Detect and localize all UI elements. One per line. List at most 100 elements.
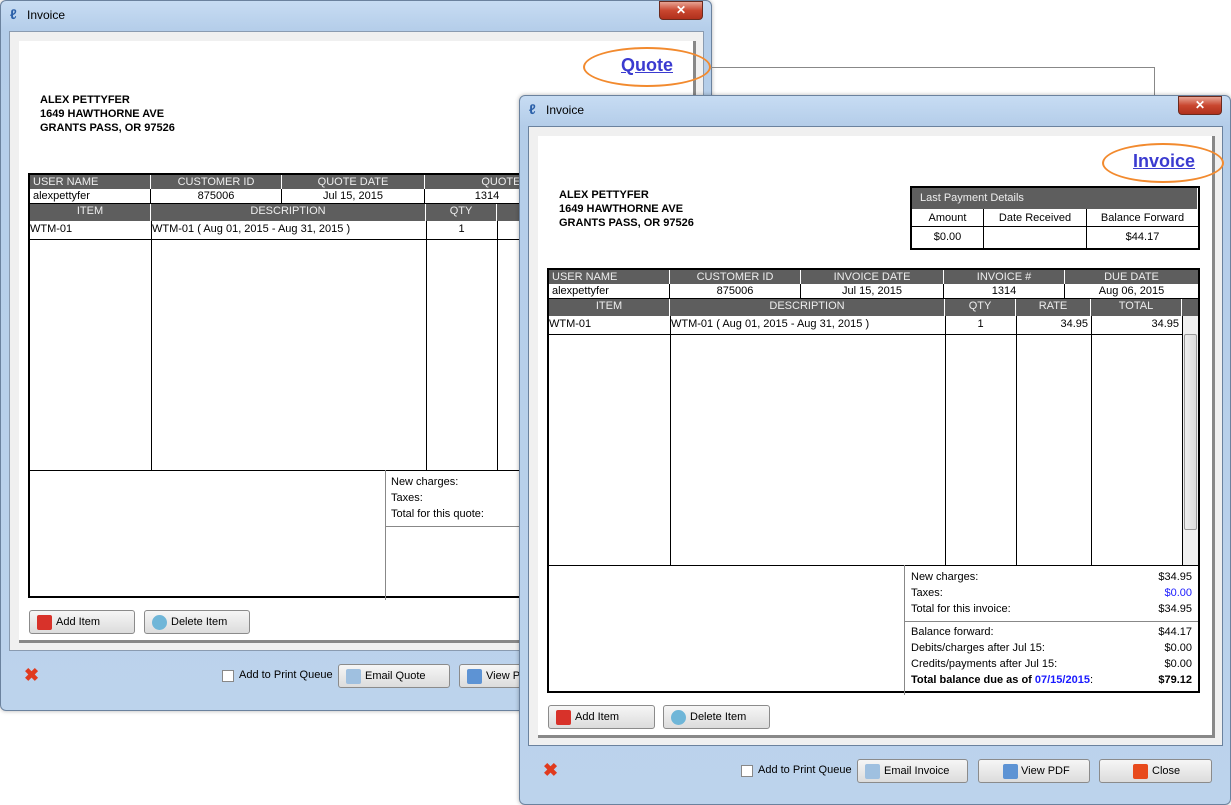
pdf-icon (1003, 764, 1018, 779)
header-item: ITEM (30, 204, 151, 221)
header-description: DESCRIPTION (151, 204, 426, 221)
delete-item-button[interactable]: Delete Item (144, 610, 250, 634)
qty-cell: 1 (458, 223, 465, 235)
totals-col-divider (904, 565, 905, 695)
header-qty: QTY (945, 299, 1016, 316)
print-queue-checkbox[interactable] (741, 765, 753, 777)
header-rate: RATE (1016, 299, 1091, 316)
new-charges-label: New charges: (391, 476, 459, 488)
taxes-value: $0.00 (1164, 587, 1192, 599)
total-label: Total for this quote: (391, 508, 484, 520)
due-date: Aug 06, 2015 (1065, 284, 1198, 299)
balance-forward-value: $44.17 (1125, 231, 1160, 243)
header-blank (1182, 299, 1198, 316)
view-pdf-button[interactable]: View PDF (978, 759, 1090, 783)
close-door-icon (1133, 764, 1148, 779)
add-item-button[interactable]: Add Item (548, 705, 655, 729)
date-received-header: Date Received (984, 209, 1087, 227)
totals-col-divider (385, 470, 386, 600)
header-quote-date: QUOTE DATE (282, 175, 425, 189)
col-divider (670, 316, 671, 565)
add-item-button[interactable]: Add Item (29, 610, 135, 634)
invoice-number: 1314 (944, 284, 1065, 299)
add-item-icon (556, 710, 571, 725)
email-quote-button[interactable]: Email Quote (338, 664, 450, 688)
quote-table: USER NAME CUSTOMER ID QUOTE DATE QUOTE #… (28, 173, 550, 600)
items-scrollbar[interactable] (1183, 316, 1198, 565)
description-cell: WTM-01 ( Aug 01, 2015 - Aug 31, 2015 ) (671, 318, 870, 330)
balance-forward-amount: $44.17 (1158, 626, 1192, 638)
balance-forward-label: Balance forward: (911, 626, 994, 638)
close-window-button[interactable]: ✕ (659, 1, 703, 20)
delete-icon[interactable]: ✖ (543, 760, 558, 781)
row-divider (30, 239, 550, 240)
col-divider (945, 316, 946, 565)
header-qty: QTY (426, 204, 497, 221)
delete-item-button[interactable]: Delete Item (663, 705, 770, 729)
totals-line (904, 621, 1198, 622)
print-queue-checkbox[interactable] (222, 670, 234, 682)
total-due-date: 07/15/2015 (1034, 674, 1090, 686)
user-name: alexpettyfer (30, 189, 151, 204)
quote-address: ALEX PETTYFER 1649 HAWTHORNE AVE GRANTS PA… (40, 94, 175, 134)
quote-date: Jul 15, 2015 (282, 189, 425, 204)
credits-label: Credits/payments after Jul 15: (911, 658, 1058, 670)
email-invoice-button[interactable]: Email Invoice (857, 759, 968, 783)
user-name: alexpettyfer (549, 284, 670, 299)
new-charges-value: $34.95 (1158, 571, 1192, 583)
add-item-icon (37, 615, 52, 630)
item-cell: WTM-01 (30, 223, 73, 235)
col-divider (151, 221, 152, 470)
invoice-date: Jul 15, 2015 (801, 284, 944, 299)
rate-cell: 34.95 (1060, 318, 1088, 330)
invoice-link[interactable]: Invoice (1133, 151, 1195, 172)
window-title: Invoice (27, 8, 66, 22)
total-invoice-value: $34.95 (1158, 603, 1192, 615)
header-item: ITEM (549, 299, 670, 316)
email-icon (865, 764, 880, 779)
amount-header: Amount (912, 209, 984, 227)
header-user-name: USER NAME (549, 270, 670, 284)
header-user-name: USER NAME (30, 175, 151, 189)
quote-link[interactable]: Quote (621, 55, 673, 76)
date-received-value (984, 227, 1087, 248)
credits-value: $0.00 (1164, 658, 1192, 670)
pdf-icon (467, 669, 482, 684)
email-icon (346, 669, 361, 684)
description-cell: WTM-01 ( Aug 01, 2015 - Aug 31, 2015 ) (152, 223, 351, 235)
debits-value: $0.00 (1164, 642, 1192, 654)
app-logo-icon: ℓ (529, 101, 536, 117)
col-divider (1091, 316, 1092, 565)
last-payment-box: Last Payment Details Amount Date Receive… (910, 186, 1200, 250)
header-due-date: DUE DATE (1065, 270, 1198, 284)
customer-id: 875006 (151, 189, 282, 204)
header-invoice-num: INVOICE # (944, 270, 1065, 284)
col-divider (426, 221, 427, 470)
header-customer-id: CUSTOMER ID (151, 175, 282, 189)
debits-label: Debits/charges after Jul 15: (911, 642, 1045, 654)
print-queue-label: Add to Print Queue (758, 764, 852, 776)
col-divider (497, 221, 498, 470)
total-cell: 34.95 (1151, 318, 1179, 330)
invoice-table: USER NAME CUSTOMER ID INVOICE DATE INVOI… (547, 268, 1200, 695)
app-logo-icon: ℓ (10, 6, 17, 22)
header-customer-id: CUSTOMER ID (670, 270, 801, 284)
col-divider (1016, 316, 1017, 565)
header-description: DESCRIPTION (670, 299, 945, 316)
qty-cell: 1 (977, 318, 984, 330)
amount-value: $0.00 (912, 227, 984, 248)
recycle-bin-icon (671, 710, 686, 725)
row-divider (549, 334, 1182, 335)
delete-icon[interactable]: ✖ (24, 665, 39, 686)
item-cell: WTM-01 (549, 318, 592, 330)
taxes-label: Taxes: (911, 587, 943, 599)
totals-divider (549, 565, 1198, 566)
taxes-label: Taxes: (391, 492, 423, 504)
last-payment-title: Last Payment Details (912, 188, 1198, 209)
total-invoice-label: Total for this invoice: (911, 603, 1011, 615)
scroll-thumb[interactable] (1184, 334, 1197, 530)
close-button[interactable]: Close (1099, 759, 1212, 783)
close-window-button[interactable]: ✕ (1178, 96, 1222, 115)
invoice-address: ALEX PETTYFER 1649 HAWTHORNE AVE GRANTS PA… (559, 189, 694, 229)
new-charges-label: New charges: (911, 571, 979, 583)
